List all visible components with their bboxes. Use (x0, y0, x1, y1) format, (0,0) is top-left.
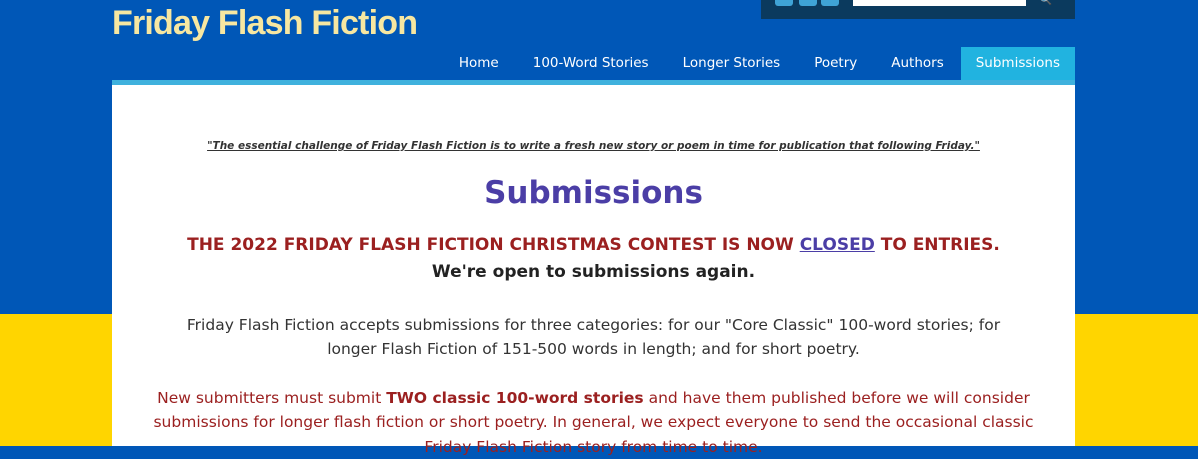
main-nav: Home 100-Word Stories Longer Stories Poe… (112, 47, 1075, 80)
closed-link[interactable]: CLOSED (800, 235, 875, 255)
nav-100-word-stories[interactable]: 100-Word Stories (516, 47, 666, 80)
tagline-quote: "The essential challenge of Friday Flash… (112, 140, 1075, 152)
rules-paragraph: New submitters must submit TWO classic 1… (152, 386, 1035, 459)
contest-announcement: THE 2022 FRIDAY FLASH FICTION CHRISTMAS … (172, 232, 1015, 286)
rules-emphasis: TWO classic 100-word stories (386, 389, 643, 407)
rules-text: New submitters must submit (157, 389, 386, 407)
social-icon[interactable] (821, 0, 839, 6)
intro-paragraph: Friday Flash Fiction accepts submissions… (172, 313, 1015, 362)
nav-home[interactable]: Home (442, 47, 516, 80)
nav-submissions[interactable]: Submissions (961, 47, 1075, 80)
search-input[interactable] (853, 0, 1026, 6)
announcement-text: THE 2022 FRIDAY FLASH FICTION CHRISTMAS … (187, 235, 800, 255)
open-notice: We're open to submissions again. (432, 262, 755, 282)
nav-authors[interactable]: Authors (874, 47, 960, 80)
nav-longer-stories[interactable]: Longer Stories (666, 47, 798, 80)
social-icon[interactable] (799, 0, 817, 6)
page-title: Submissions (112, 175, 1075, 211)
search-icon[interactable]: 🔍 (1031, 0, 1061, 8)
top-bar: 🔍 (761, 0, 1075, 19)
announcement-text: TO ENTRIES. (875, 235, 1000, 255)
nav-poetry[interactable]: Poetry (797, 47, 874, 80)
social-icon[interactable] (775, 0, 793, 6)
site-title[interactable]: Friday Flash Fiction (112, 4, 417, 43)
main-content: "The essential challenge of Friday Flash… (112, 85, 1075, 446)
